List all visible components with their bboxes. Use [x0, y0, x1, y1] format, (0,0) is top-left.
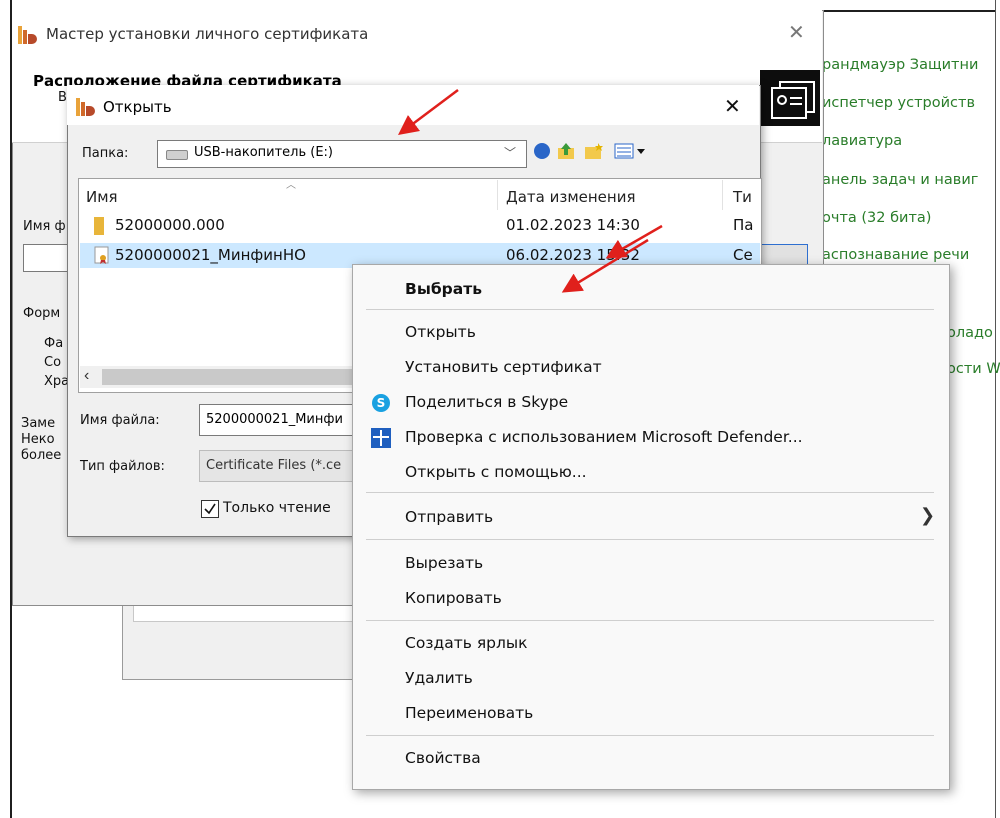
arrow-to-file — [605, 224, 663, 259]
annotation-arrows — [398, 89, 663, 293]
arrow-to-select — [561, 238, 649, 293]
arrow-to-folder — [398, 89, 459, 135]
